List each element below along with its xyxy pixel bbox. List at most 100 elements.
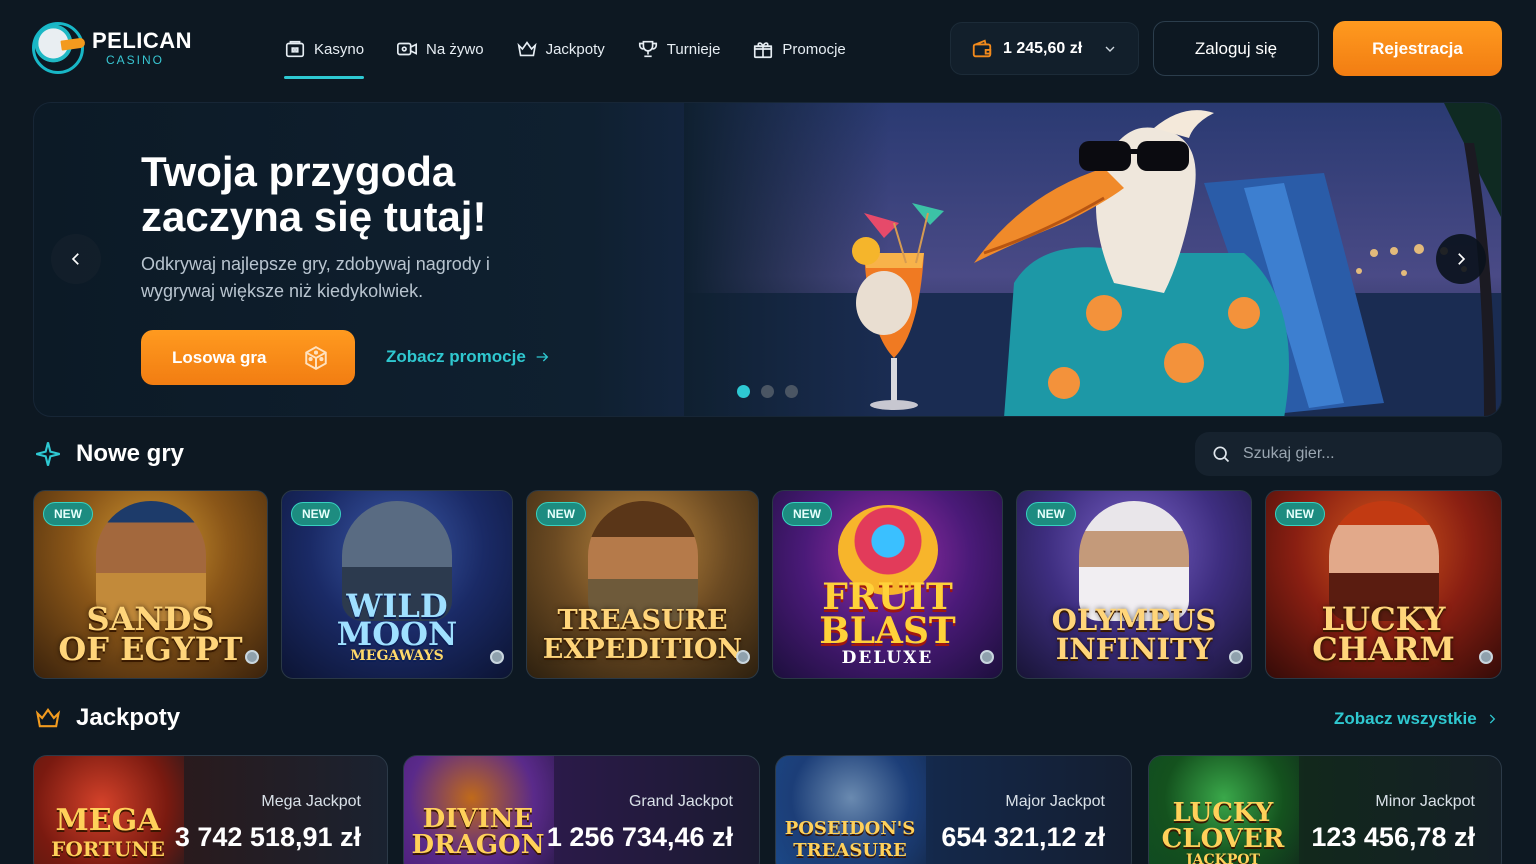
pelican-logo-icon (32, 22, 84, 74)
jackpot-label: Grand Jackpot (628, 793, 733, 810)
game-card[interactable]: NEW WILD MOON MEGAWAYS (281, 490, 513, 679)
crown-icon (517, 41, 537, 57)
nav-label: Na żywo (426, 40, 484, 58)
chevron-right-icon (1489, 714, 1495, 724)
jackpot-value: 3 742 518,91 zł (174, 822, 361, 852)
new-games-header: Nowe gry (34, 440, 184, 468)
brand-logo[interactable]: PELICAN CASINO (32, 22, 192, 74)
jackpot-value: 123 456,78 zł (1311, 822, 1475, 852)
carousel-dot-3[interactable] (785, 385, 798, 398)
game-subtitle: DELUXE (841, 648, 934, 668)
game-card[interactable]: NEW LUCKY CHARM (1265, 490, 1502, 679)
nav-item-kasyno[interactable]: Kasyno (284, 36, 365, 79)
jackpot-label: Minor Jackpot (1375, 793, 1475, 810)
chevron-right-icon (1458, 253, 1466, 265)
sparkle-icon (36, 442, 60, 466)
register-button[interactable]: Rejestracja (1333, 21, 1502, 76)
game-title: BLAST (819, 610, 956, 652)
provider-icon (736, 650, 750, 664)
new-games-title: Nowe gry (76, 440, 185, 467)
provider-icon (1229, 650, 1243, 664)
provider-icon (1479, 650, 1493, 664)
jackpots-header: Jackpoty (34, 704, 180, 732)
jackpot-art: POSEIDON'S TREASURE (776, 756, 926, 864)
see-all-label: Zobacz wszystkie (1334, 709, 1477, 728)
game-title: INFINITY (1055, 632, 1213, 666)
new-badge: NEW (1275, 502, 1325, 526)
nav-label: Promocje (782, 40, 846, 58)
search-icon (1213, 446, 1230, 463)
new-badge: NEW (43, 502, 93, 526)
hero-banner: Twoja przygoda zaczyna się tutaj! Odkryw… (33, 102, 1502, 417)
game-title: OLYMPUS (1051, 603, 1217, 637)
jackpot-art-title: LUCKY (1172, 798, 1274, 828)
jackpot-label: Major Jackpot (1005, 793, 1105, 810)
game-art (587, 501, 698, 621)
carousel-dot-2[interactable] (761, 385, 774, 398)
game-card[interactable]: NEW TREASURE EXPEDITION (526, 490, 759, 679)
new-badge: NEW (536, 502, 586, 526)
wallet-amount: 1 245,60 zł (1003, 39, 1083, 57)
nav-item-na-zywo[interactable]: Na żywo (396, 36, 484, 62)
new-badge: NEW (291, 502, 341, 526)
provider-icon (980, 650, 994, 664)
see-all-jackpots-link[interactable]: Zobacz wszystkie (1334, 709, 1499, 729)
brand-name: PELICAN (92, 28, 193, 53)
trophy-icon (638, 40, 657, 58)
nav-label: Kasyno (314, 40, 365, 58)
hero-title: Twoja przygoda zaczyna się tutaj! (141, 148, 487, 240)
wallet-balance-dropdown[interactable]: 1 245,60 zł (950, 22, 1139, 75)
jackpot-art-title: DIVINE (422, 804, 534, 834)
game-title: OF EGYPT (58, 630, 243, 668)
game-card[interactable]: NEW FRUIT BLAST DELUXE (772, 490, 1003, 679)
jackpots-title: Jackpoty (76, 704, 181, 731)
nav-label: Turnieje (666, 40, 721, 58)
search-input[interactable] (1243, 445, 1483, 463)
new-badge: NEW (1026, 502, 1076, 526)
game-card[interactable]: NEW OLYMPUS INFINITY (1016, 490, 1252, 679)
game-card[interactable]: NEW SANDS OF EGYPT (33, 490, 268, 679)
jackpot-value: 1 256 734,46 zł (546, 822, 733, 852)
game-title: FRUIT (822, 576, 953, 618)
jackpot-card-major[interactable]: POSEIDON'S TREASURE Major Jackpot 654 32… (775, 755, 1132, 864)
carousel-dot-1[interactable] (737, 385, 750, 398)
carousel-dots (737, 385, 798, 398)
jackpot-card-mega[interactable]: MEGA FORTUNE Mega Jackpot 3 742 518,91 z… (33, 755, 388, 864)
jackpot-art-title: TREASURE (793, 840, 907, 861)
jackpot-art: DIVINE DRAGON (404, 756, 554, 864)
jackpot-art-title: MEGA (55, 803, 161, 838)
nav-item-jackpoty[interactable]: Jackpoty (516, 36, 605, 62)
jackpot-value: 654 321,12 zł (941, 822, 1105, 852)
crown-icon (35, 708, 61, 728)
main-nav: Kasyno Na żywo Jackpoty Turnieje Promocj… (284, 36, 878, 79)
jackpot-label: Mega Jackpot (261, 793, 361, 810)
carousel-next-button[interactable] (1436, 234, 1486, 284)
wallet-icon (972, 39, 992, 57)
site-header: PELICAN CASINO Kasyno Na żywo Jackpoty T… (0, 0, 1536, 96)
jackpot-art-title: DRAGON (411, 830, 545, 860)
carousel-prev-button[interactable] (51, 234, 101, 284)
arrow-right-icon (536, 352, 549, 362)
provider-icon (245, 650, 259, 664)
new-badge: NEW (782, 502, 832, 526)
random-game-label: Losowa gra (172, 347, 267, 367)
nav-item-turnieje[interactable]: Turnieje (637, 36, 721, 62)
gift-icon (754, 42, 773, 59)
login-button[interactable]: Zaloguj się (1153, 21, 1319, 76)
casino-icon (285, 40, 305, 58)
live-camera-icon (397, 42, 418, 56)
dice-icon (305, 346, 327, 370)
game-title: TREASURE (557, 605, 728, 636)
jackpot-art: MEGA FORTUNE (34, 756, 184, 864)
nav-label: Jackpoty (545, 40, 605, 58)
jackpot-card-grand[interactable]: DIVINE DRAGON Grand Jackpot 1 256 734,46… (403, 755, 760, 864)
jackpot-card-minor[interactable]: LUCKY CLOVER JACKPOT Minor Jackpot 123 4… (1148, 755, 1502, 864)
see-promotions-link[interactable]: Zobacz promocje (386, 347, 550, 367)
jackpot-art-title: CLOVER (1161, 824, 1285, 854)
game-subtitle: MEGAWAYS (350, 648, 444, 664)
chevron-down-icon (1105, 46, 1115, 52)
random-game-button[interactable]: Losowa gra (141, 330, 355, 385)
game-title: MOON (336, 615, 458, 653)
game-search[interactable] (1195, 432, 1502, 476)
nav-item-promocje[interactable]: Promocje (752, 36, 846, 62)
